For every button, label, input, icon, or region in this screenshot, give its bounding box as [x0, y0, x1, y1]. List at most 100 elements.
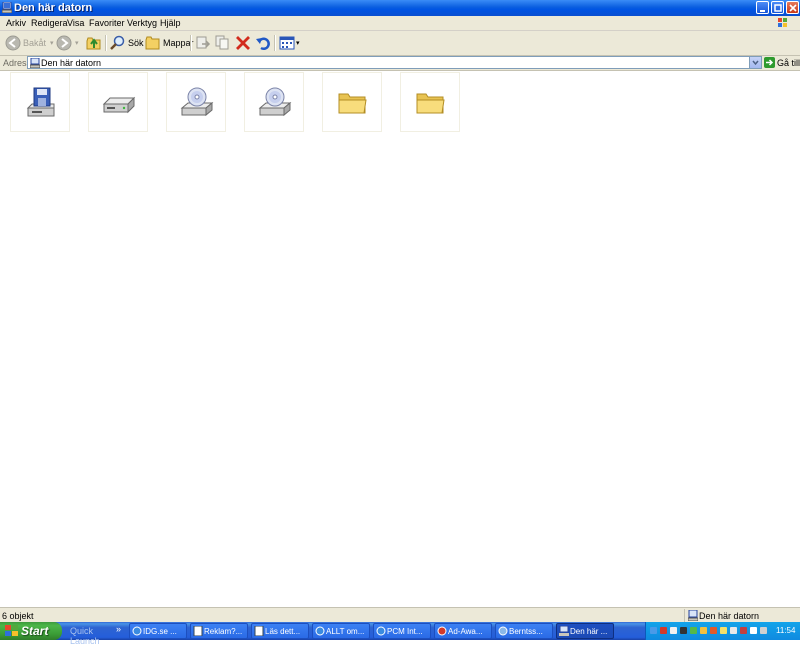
- tray-chat-icon[interactable]: [720, 627, 727, 634]
- copy-to-button[interactable]: [215, 33, 231, 53]
- status-bar: 6 objekt Den här datorn: [0, 607, 800, 623]
- object-count: 6 objekt: [2, 611, 34, 621]
- search-button[interactable]: Sök: [110, 33, 144, 53]
- address-value: Den här datorn: [41, 58, 102, 68]
- taskbar-button[interactable]: Berntss...: [495, 623, 553, 639]
- go-label: Gå till: [777, 57, 800, 68]
- list-item[interactable]: [10, 72, 70, 132]
- back-label: Bakåt: [23, 38, 47, 48]
- tray-app-icon[interactable]: [680, 627, 687, 634]
- tray-network-icon[interactable]: [650, 627, 657, 634]
- chevron-right-icon[interactable]: »: [116, 624, 121, 634]
- status-zone-label: Den här datorn: [699, 611, 760, 621]
- list-item[interactable]: [400, 72, 460, 132]
- undo-button[interactable]: [255, 33, 271, 53]
- title-bar[interactable]: Den här datorn: [0, 0, 800, 16]
- folder-icon: [338, 93, 367, 114]
- taskbar-button-label: Den här ...: [570, 627, 608, 636]
- taskbar-button[interactable]: IDG.se ...: [129, 623, 187, 639]
- minimize-button[interactable]: [756, 1, 769, 14]
- list-item[interactable]: [166, 72, 226, 132]
- taskbar-button-label: Läs dett...: [265, 627, 301, 636]
- taskbar-button-label: Ad-Awa...: [448, 627, 483, 636]
- forward-dropdown-icon[interactable]: ▾: [75, 39, 79, 47]
- back-arrow-icon: [5, 35, 21, 51]
- menu-favoriter[interactable]: Favoriter: [89, 17, 125, 29]
- delete-icon: [236, 36, 250, 50]
- up-folder-icon: [86, 37, 101, 50]
- toolbar-separator: [105, 35, 107, 51]
- document-icon: [193, 626, 203, 636]
- go-arrow-icon: [764, 57, 775, 68]
- tray-update-icon[interactable]: [690, 627, 697, 634]
- menu-hjalp[interactable]: Hjälp: [160, 17, 181, 29]
- tray-shield-icon[interactable]: [660, 627, 667, 634]
- search-label: Sök: [128, 38, 144, 48]
- back-dropdown-icon[interactable]: ▾: [50, 39, 54, 47]
- status-zone: Den här datorn: [684, 609, 800, 622]
- quick-launch-toolbar[interactable]: Quick Launch »: [64, 623, 124, 646]
- browser-icon: [376, 626, 386, 636]
- tray-drive-icon[interactable]: [730, 627, 737, 634]
- folder-icon: [416, 93, 445, 114]
- taskbar-button-label: Reklam?...: [204, 627, 243, 636]
- copy-to-icon: [215, 35, 229, 50]
- views-dropdown-icon[interactable]: ▾: [296, 39, 300, 47]
- computer-icon: [688, 610, 698, 621]
- tray-antivirus-icon[interactable]: [740, 627, 747, 634]
- views-icon: [279, 36, 295, 50]
- browser-icon: [132, 626, 142, 636]
- window-title: Den här datorn: [14, 2, 93, 14]
- taskbar-button[interactable]: ALLT om...: [312, 623, 370, 639]
- computer-icon: [2, 2, 12, 13]
- menu-verktyg[interactable]: Verktyg: [127, 17, 157, 29]
- taskbar-button[interactable]: PCM Int...: [373, 623, 431, 639]
- address-field[interactable]: Den här datorn: [27, 56, 762, 69]
- back-button[interactable]: Bakåt ▾: [5, 33, 54, 53]
- address-bar: Adress Den här datorn Gå till: [0, 56, 800, 71]
- taskbar-button[interactable]: Ad-Awa...: [434, 623, 492, 639]
- folders-label: Mappar: [163, 38, 194, 48]
- standard-toolbar: Bakåt ▾ ▾ Sök Mappar ▾: [0, 31, 800, 56]
- menu-arkiv[interactable]: Arkiv: [6, 17, 26, 29]
- list-item[interactable]: [244, 72, 304, 132]
- browser-icon: [315, 626, 325, 636]
- menu-bar: Arkiv Redigera Visa Favoriter Verktyg Hj…: [0, 16, 800, 31]
- taskbar: Start Quick Launch » IDG.se ... Reklam?.…: [0, 622, 800, 646]
- views-button[interactable]: ▾: [279, 33, 300, 53]
- go-button[interactable]: Gå till: [764, 57, 800, 68]
- tray-monitor-icon[interactable]: [670, 627, 677, 634]
- tray-network-connection-icon[interactable]: [750, 627, 757, 634]
- menu-redigera[interactable]: Redigera: [31, 17, 68, 29]
- delete-button[interactable]: [235, 33, 251, 53]
- taskbar-button-label: PCM Int...: [387, 627, 423, 636]
- toolbar-separator: [274, 35, 276, 51]
- tray-security-icon[interactable]: [710, 627, 717, 634]
- start-button[interactable]: Start: [0, 622, 62, 640]
- tray-volume-icon[interactable]: [760, 627, 767, 634]
- up-folder-button[interactable]: [86, 33, 102, 53]
- system-tray: 11:54: [645, 622, 800, 640]
- taskbar-button-label: ALLT om...: [326, 627, 365, 636]
- taskbar-button[interactable]: Den här ...: [556, 623, 614, 639]
- hard-drive-icon: [102, 96, 136, 114]
- tray-folder-icon[interactable]: [700, 627, 707, 634]
- list-item[interactable]: [322, 72, 382, 132]
- clock[interactable]: 11:54: [776, 626, 795, 635]
- move-to-button[interactable]: [195, 33, 211, 53]
- forward-arrow-icon: [56, 35, 72, 51]
- ad-aware-icon: [437, 626, 447, 636]
- menu-visa[interactable]: Visa: [67, 17, 84, 29]
- file-view[interactable]: [0, 71, 800, 607]
- list-item[interactable]: [88, 72, 148, 132]
- folders-button[interactable]: Mappar: [145, 33, 194, 53]
- taskbar-button[interactable]: Reklam?...: [190, 623, 248, 639]
- forward-button[interactable]: ▾: [56, 33, 79, 53]
- search-icon: [110, 35, 125, 50]
- toolbar-separator: [190, 35, 192, 51]
- cd-drive-icon: [258, 87, 292, 117]
- maximize-button[interactable]: [771, 1, 784, 14]
- address-dropdown-button[interactable]: [749, 57, 761, 68]
- taskbar-button[interactable]: Läs dett...: [251, 623, 309, 639]
- close-button[interactable]: [786, 1, 799, 14]
